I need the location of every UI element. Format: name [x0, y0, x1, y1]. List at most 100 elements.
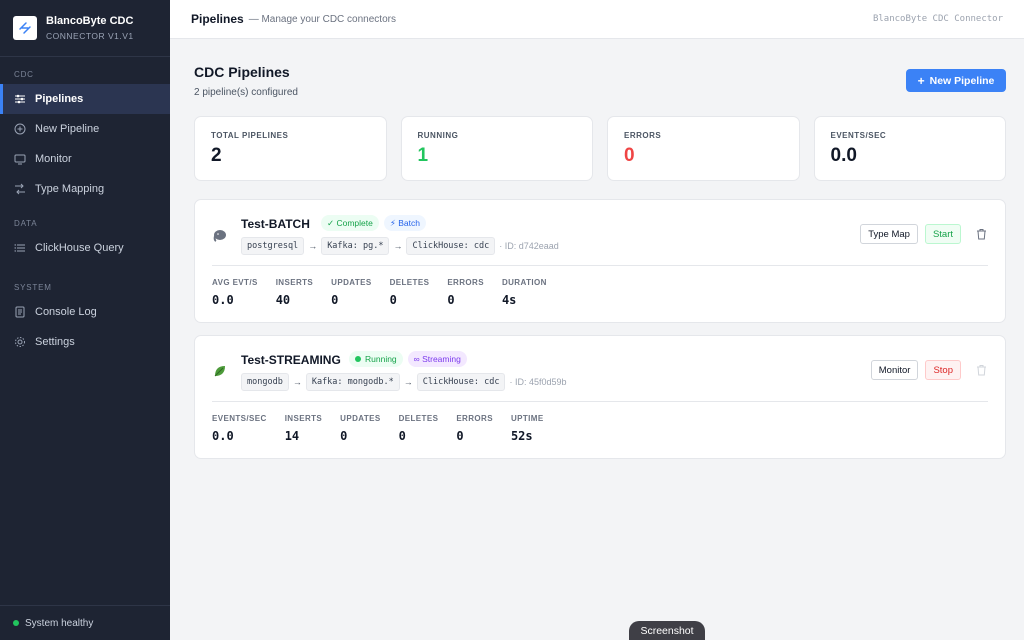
- metric: UPTIME 52s: [511, 414, 544, 458]
- pipeline-card-header: Test-STREAMING Running ∞ Streaming mongo…: [195, 336, 1005, 402]
- arrow-right-icon: →: [292, 377, 302, 387]
- screenshot-tab[interactable]: Screenshot: [629, 621, 705, 640]
- pipeline-metrics: EVENTS/SEC 0.0 INSERTS 14 UPDATES 0 DELETES…: [195, 402, 1005, 458]
- metric-value: 0: [331, 293, 339, 307]
- topic-chip: Kafka: mongodb.*: [305, 373, 400, 391]
- pipeline-name: Test-STREAMING: [241, 353, 341, 367]
- topbar-title: Pipelines: [191, 12, 244, 26]
- metric-value: 0: [447, 293, 455, 307]
- metric-value: 52s: [510, 429, 533, 443]
- topbar-app-name: BlancoByte CDC Connector: [872, 14, 1003, 24]
- metric-value: 0.0: [212, 429, 234, 443]
- pipeline-actions: Monitor Stop: [870, 360, 988, 380]
- metric-label: UPDATES: [331, 278, 372, 287]
- mode-badge: ⚡ Batch: [383, 215, 426, 231]
- sliders-icon: [14, 93, 26, 105]
- sink-chip: ClickHouse: cdc: [416, 373, 506, 391]
- pipeline-badges: ✓ Complete ⚡ Batch: [321, 215, 426, 231]
- section-label-cdc: CDC: [14, 70, 34, 79]
- brand[interactable]: BlancoByte CDC CONNECTOR V1.V1: [0, 0, 170, 57]
- sidebar-item-pipelines[interactable]: Pipelines: [0, 84, 170, 114]
- divider: [212, 265, 988, 266]
- metric: ERRORS 0: [456, 414, 493, 458]
- sidebar-item-label: New Pipeline: [35, 123, 100, 135]
- brand-version: CONNECTOR V1.V1: [46, 31, 134, 41]
- source-chip: postgresql: [241, 237, 305, 255]
- page-title: CDC Pipelines: [194, 64, 290, 80]
- metric: EVENTS/SEC 0.0: [212, 414, 267, 458]
- metric-label: UPDATES: [340, 414, 381, 423]
- pipeline-flow: postgresql → Kafka: pg.* → ClickHouse: c…: [241, 237, 559, 255]
- pipeline-flow: mongodb → Kafka: mongodb.* → ClickHouse:…: [241, 373, 567, 391]
- leaf-icon: [212, 363, 228, 379]
- topbar-subtitle: — Manage your CDC connectors: [248, 13, 396, 25]
- pipeline-name: Test-BATCH: [241, 217, 310, 231]
- monitor-button[interactable]: Monitor: [870, 360, 919, 380]
- stat-label: EVENTS/SEC: [830, 131, 887, 140]
- metric-value: 14: [284, 429, 300, 443]
- arrow-right-icon: →: [393, 241, 403, 251]
- plus-icon: +: [917, 73, 925, 88]
- status-dot-icon: [13, 620, 19, 626]
- pipeline-badges: Running ∞ Streaming: [349, 351, 467, 367]
- plus-circle-icon: [14, 123, 26, 135]
- stop-button[interactable]: Stop: [925, 360, 961, 380]
- metric-label: AVG EVT/S: [212, 278, 258, 287]
- stat-card-running: RUNNING 1: [400, 116, 593, 181]
- stat-card-errors: ERRORS 0: [607, 116, 800, 181]
- sidebar-item-type-mapping[interactable]: Type Mapping: [0, 174, 170, 204]
- main-content: CDC Pipelines 2 pipeline(s) configured +…: [194, 39, 1006, 471]
- type-map-button[interactable]: Type Map: [860, 224, 918, 244]
- sidebar-item-label: Settings: [35, 336, 75, 348]
- metric: DELETES 0: [390, 278, 430, 322]
- sidebar-item-label: Type Mapping: [35, 183, 105, 195]
- topic-chip: Kafka: pg.*: [321, 237, 390, 255]
- status-badge-label: Running: [365, 354, 397, 364]
- metric-value: 0: [456, 429, 464, 443]
- sidebar-item-console-log[interactable]: Console Log: [0, 297, 170, 327]
- sidebar-item-label: Console Log: [35, 306, 97, 318]
- pipeline-metrics: AVG EVT/S 0.0 INSERTS 40 UPDATES 0 DELETES 0…: [195, 266, 1005, 322]
- file-icon: [14, 306, 26, 318]
- status-badge: ✓ Complete: [321, 215, 379, 231]
- section-label-data: DATA: [14, 219, 38, 228]
- list-icon: [14, 242, 26, 254]
- shuffle-icon: [14, 183, 26, 195]
- metric-label: DURATION: [501, 278, 547, 287]
- page-subtitle: 2 pipeline(s) configured: [194, 87, 298, 98]
- trash-icon[interactable]: [974, 227, 988, 241]
- pipeline-card-test-batch: Test-BATCH ✓ Complete ⚡ Batch postgresql…: [194, 199, 1006, 323]
- metric-value: 0: [389, 293, 397, 307]
- status-badge: Running: [349, 351, 403, 367]
- stat-label: TOTAL PIPELINES: [211, 131, 289, 140]
- sidebar-item-settings[interactable]: Settings: [0, 327, 170, 357]
- new-pipeline-button[interactable]: + New Pipeline: [906, 69, 1006, 92]
- sidebar-item-clickhouse-query[interactable]: ClickHouse Query: [0, 233, 170, 263]
- metric-label: EVENTS/SEC: [212, 414, 267, 423]
- sidebar-item-label: ClickHouse Query: [35, 242, 124, 254]
- stat-card-total: TOTAL PIPELINES 2: [194, 116, 387, 181]
- metric-label: ERRORS: [447, 278, 484, 287]
- sidebar-item-new-pipeline[interactable]: New Pipeline: [0, 114, 170, 144]
- metric-label: ERRORS: [456, 414, 493, 423]
- stat-card-events: EVENTS/SEC 0.0: [813, 116, 1006, 181]
- trash-icon[interactable]: [974, 363, 988, 377]
- system-status: System healthy: [0, 605, 170, 640]
- sidebar-item-monitor[interactable]: Monitor: [0, 144, 170, 174]
- metric-label: INSERTS: [275, 278, 314, 287]
- monitor-icon: [14, 153, 26, 165]
- divider: [212, 401, 988, 402]
- sidebar-item-label: Monitor: [35, 153, 72, 165]
- metric-label: DELETES: [389, 278, 430, 287]
- metric-value: 4s: [501, 293, 517, 307]
- start-button[interactable]: Start: [924, 224, 961, 244]
- source-chip: mongodb: [241, 373, 289, 391]
- metric: ERRORS 0: [447, 278, 484, 322]
- system-status-label: System healthy: [25, 617, 94, 629]
- page-header: CDC Pipelines 2 pipeline(s) configured +…: [194, 39, 1006, 116]
- metric: INSERTS 14: [285, 414, 322, 458]
- pipeline-id: · ID: d742eaad: [499, 241, 559, 251]
- pipeline-card-header: Test-BATCH ✓ Complete ⚡ Batch postgresql…: [195, 200, 1005, 266]
- metric: UPDATES 0: [340, 414, 380, 458]
- pipeline-actions: Type Map Start: [860, 224, 988, 244]
